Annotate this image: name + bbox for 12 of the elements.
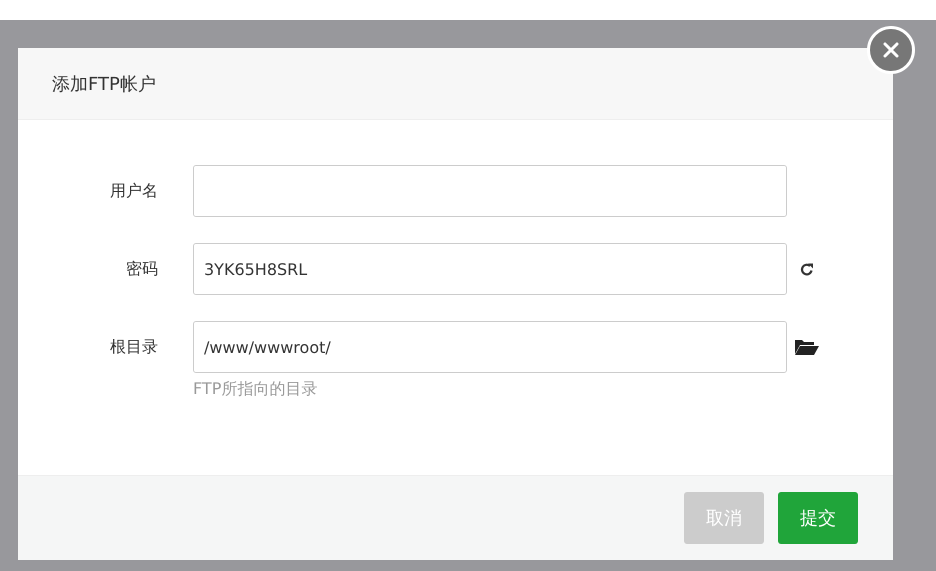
refresh-icon[interactable] xyxy=(800,262,814,276)
folder-icon[interactable] xyxy=(794,338,820,356)
close-icon[interactable] xyxy=(881,40,901,60)
field-label: 用户名 xyxy=(109,180,158,202)
field-label: 根目录 xyxy=(109,336,158,358)
field-label: 密码 xyxy=(125,258,158,280)
close-button[interactable] xyxy=(867,26,915,74)
input-field[interactable] xyxy=(193,165,787,217)
dialog-title: 添加FTP帐户 xyxy=(52,72,156,96)
input-field[interactable]: /www/wwwroot/ xyxy=(193,321,787,373)
field-hint: FTP所指向的目录 xyxy=(193,379,318,398)
input-field[interactable]: 3YK65H8SRL xyxy=(193,243,787,295)
